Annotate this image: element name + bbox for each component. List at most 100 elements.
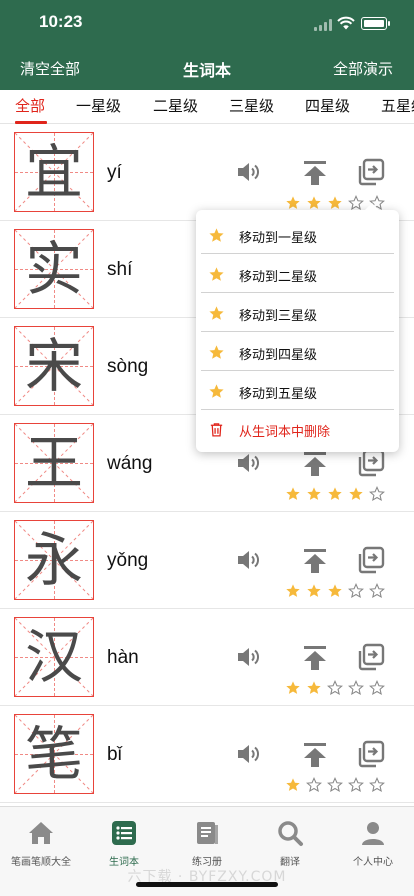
- move-to-top-icon[interactable]: [302, 645, 328, 671]
- star-filled-icon[interactable]: [327, 583, 343, 599]
- menu-item-label: 从生词本中删除: [239, 425, 331, 440]
- tab-all[interactable]: 全部: [15, 95, 45, 116]
- character-grid[interactable]: 永: [14, 520, 94, 600]
- tab-four-star[interactable]: 四星级: [305, 95, 350, 116]
- menu-item-move-five-star[interactable]: 移动到五星级: [196, 372, 399, 410]
- star-empty-icon[interactable]: [369, 486, 385, 502]
- bottom-tab-exercise[interactable]: 练习册: [166, 819, 248, 868]
- star-filled-icon[interactable]: [285, 583, 301, 599]
- pinyin-label: wáng: [107, 453, 153, 474]
- word-row[interactable]: 永 yǒng: [0, 512, 414, 609]
- menu-item-move-one-star[interactable]: 移动到一星级: [196, 216, 399, 254]
- star-icon: [209, 306, 224, 320]
- menu-item-label: 移动到二星级: [239, 270, 318, 285]
- header-bar: 10:23 清空全部 生词本 全部演示: [0, 0, 414, 90]
- wifi-icon: [337, 16, 355, 30]
- hanzi-character: 汉: [24, 623, 83, 691]
- bottom-tab-home[interactable]: 笔画笔顺大全: [0, 819, 82, 868]
- pinyin-label: shí: [107, 259, 133, 280]
- word-row[interactable]: 汉 hàn: [0, 609, 414, 706]
- move-star-level-icon[interactable]: [356, 158, 386, 186]
- menu-item-move-two-star[interactable]: 移动到二星级: [196, 255, 399, 293]
- move-to-top-icon[interactable]: [302, 160, 328, 186]
- star-level-tabs: 全部 一星级 二星级 三星级 四星级 五星级: [0, 90, 414, 124]
- speaker-icon[interactable]: [236, 645, 262, 669]
- star-filled-icon[interactable]: [285, 195, 301, 211]
- character-grid[interactable]: 笔: [14, 714, 94, 794]
- star-filled-icon[interactable]: [285, 680, 301, 696]
- move-star-level-icon[interactable]: [356, 740, 386, 768]
- word-row[interactable]: 笔 bǐ: [0, 706, 414, 803]
- menu-item-label: 移动到一星级: [239, 231, 318, 246]
- character-grid[interactable]: 王: [14, 423, 94, 503]
- speaker-icon[interactable]: [236, 451, 262, 475]
- star-icon: [209, 228, 224, 242]
- speaker-icon[interactable]: [236, 548, 262, 572]
- status-bar: 10:23: [0, 10, 414, 36]
- tab-five-star[interactable]: 五星级: [381, 95, 414, 116]
- star-rating: [285, 680, 390, 696]
- hanzi-character: 永: [24, 526, 83, 594]
- pinyin-label: yí: [107, 162, 122, 183]
- star-filled-icon[interactable]: [285, 486, 301, 502]
- star-icon: [209, 267, 224, 281]
- menu-item-label: 移动到三星级: [239, 309, 318, 324]
- star-rating: [285, 583, 390, 599]
- move-to-top-icon[interactable]: [302, 742, 328, 768]
- move-star-level-icon[interactable]: [356, 643, 386, 671]
- speaker-icon[interactable]: [236, 742, 262, 766]
- star-filled-icon[interactable]: [306, 680, 322, 696]
- star-empty-icon[interactable]: [348, 583, 364, 599]
- hanzi-character: 宋: [24, 332, 83, 400]
- move-star-level-icon[interactable]: [356, 449, 386, 477]
- search-icon: [278, 821, 303, 846]
- menu-item-move-four-star[interactable]: 移动到四星级: [196, 333, 399, 371]
- menu-item-label: 移动到四星级: [239, 348, 318, 363]
- star-empty-icon[interactable]: [369, 583, 385, 599]
- star-empty-icon[interactable]: [348, 195, 364, 211]
- star-empty-icon[interactable]: [369, 777, 385, 793]
- word-row[interactable]: 宜 yí: [0, 124, 414, 221]
- star-rating: [285, 777, 390, 793]
- hanzi-character: 宜: [24, 138, 83, 206]
- move-star-level-icon[interactable]: [356, 546, 386, 574]
- move-popup-menu: 移动到一星级 移动到二星级 移动到三星级 移动到四星级 移动到五星级 从生词本中…: [196, 203, 399, 452]
- bottom-tab-wordbook[interactable]: 生词本: [83, 819, 165, 868]
- move-to-top-icon[interactable]: [302, 548, 328, 574]
- character-grid[interactable]: 实: [14, 229, 94, 309]
- star-empty-icon[interactable]: [306, 777, 322, 793]
- star-empty-icon[interactable]: [369, 680, 385, 696]
- star-filled-icon[interactable]: [285, 777, 301, 793]
- star-filled-icon[interactable]: [327, 195, 343, 211]
- person-icon: [362, 822, 384, 845]
- star-filled-icon[interactable]: [327, 486, 343, 502]
- status-time: 10:23: [39, 12, 83, 31]
- move-to-top-icon[interactable]: [302, 451, 328, 477]
- star-empty-icon[interactable]: [348, 777, 364, 793]
- character-grid[interactable]: 汉: [14, 617, 94, 697]
- pinyin-label: hàn: [107, 647, 139, 668]
- menu-item-delete[interactable]: 从生词本中删除: [196, 410, 399, 448]
- speaker-icon[interactable]: [236, 160, 262, 184]
- tab-two-star[interactable]: 二星级: [153, 95, 198, 116]
- hanzi-character: 笔: [24, 720, 83, 788]
- star-empty-icon[interactable]: [327, 680, 343, 696]
- star-filled-icon[interactable]: [306, 195, 322, 211]
- tab-three-star[interactable]: 三星级: [229, 95, 274, 116]
- character-grid[interactable]: 宜: [14, 132, 94, 212]
- tab-one-star[interactable]: 一星级: [76, 95, 121, 116]
- character-grid[interactable]: 宋: [14, 326, 94, 406]
- bottom-tab-translate[interactable]: 翻译: [249, 819, 331, 868]
- menu-item-move-three-star[interactable]: 移动到三星级: [196, 294, 399, 332]
- star-filled-icon[interactable]: [348, 486, 364, 502]
- demo-all-button[interactable]: 全部演示: [333, 58, 393, 79]
- star-empty-icon[interactable]: [327, 777, 343, 793]
- bottom-tab-profile[interactable]: 个人中心: [332, 819, 414, 868]
- cellular-signal-icon: [314, 19, 334, 31]
- star-filled-icon[interactable]: [306, 486, 322, 502]
- list-icon: [112, 821, 136, 845]
- star-empty-icon[interactable]: [348, 680, 364, 696]
- home-indicator: [136, 882, 278, 887]
- star-filled-icon[interactable]: [306, 583, 322, 599]
- book-icon: [197, 822, 218, 844]
